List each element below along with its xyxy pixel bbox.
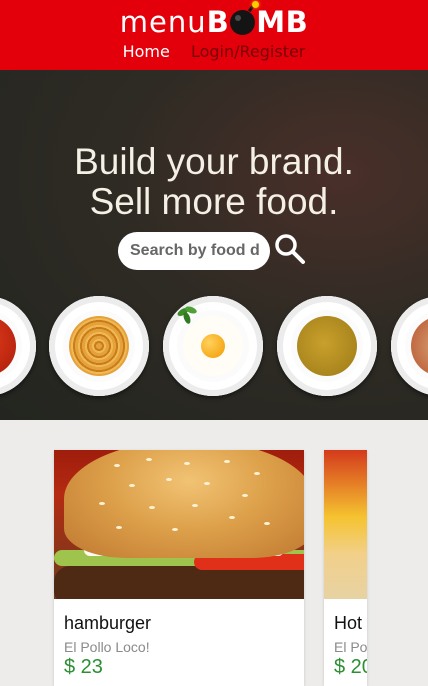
noodles-image bbox=[69, 316, 129, 376]
food-search-input[interactable] bbox=[118, 232, 270, 270]
menubomb-logo[interactable]: menuB MB bbox=[0, 1, 428, 39]
nav-home-link[interactable]: Home bbox=[123, 42, 170, 61]
hero-section: Build your brand. Sell more food. bbox=[0, 70, 428, 420]
plate-tomato-soup[interactable] bbox=[0, 296, 36, 396]
logo-text-bold-end: MB bbox=[256, 5, 309, 39]
food-item-price: $ 23 bbox=[64, 656, 103, 678]
main-nav: Home Login/Register bbox=[0, 42, 428, 61]
hero-title: Build your brand. Sell more food. bbox=[0, 142, 428, 222]
food-item-list[interactable]: hamburger El Pollo Loco! $ 23 Hot El Po … bbox=[0, 420, 428, 686]
hero-title-line-2: Sell more food. bbox=[89, 181, 339, 222]
lentil-soup-image bbox=[297, 316, 357, 376]
app-header: menuB MB Home Login/Register bbox=[0, 0, 428, 70]
search-icon[interactable] bbox=[273, 232, 307, 266]
nav-login-register-link[interactable]: Login/Register bbox=[191, 42, 305, 61]
logo-text-light: menu bbox=[119, 5, 207, 39]
tomato-soup-image bbox=[0, 316, 16, 376]
hamburger-image bbox=[54, 450, 304, 599]
bomb-icon bbox=[230, 1, 260, 35]
food-plate-carousel[interactable] bbox=[0, 296, 428, 396]
plate-fried-egg[interactable] bbox=[163, 296, 263, 396]
hotdog-image bbox=[324, 450, 367, 599]
food-item-name: Hot bbox=[334, 613, 363, 633]
hero-title-line-1: Build your brand. bbox=[74, 141, 354, 182]
food-item-restaurant: El Po bbox=[334, 639, 367, 655]
search-box bbox=[118, 232, 270, 270]
plate-lentil-soup[interactable] bbox=[277, 296, 377, 396]
food-item-name: hamburger bbox=[64, 613, 152, 633]
plate-spread[interactable] bbox=[391, 296, 428, 396]
herb-icon bbox=[177, 306, 197, 324]
logo-text-bold-start: B bbox=[206, 5, 230, 39]
food-card[interactable]: Hot El Po $ 20 bbox=[324, 450, 367, 686]
plate-noodles[interactable] bbox=[49, 296, 149, 396]
food-item-restaurant: El Pollo Loco! bbox=[64, 639, 150, 655]
food-card[interactable]: hamburger El Pollo Loco! $ 23 bbox=[54, 450, 304, 686]
food-item-price: $ 20 bbox=[334, 656, 367, 678]
spread-image bbox=[411, 316, 428, 376]
